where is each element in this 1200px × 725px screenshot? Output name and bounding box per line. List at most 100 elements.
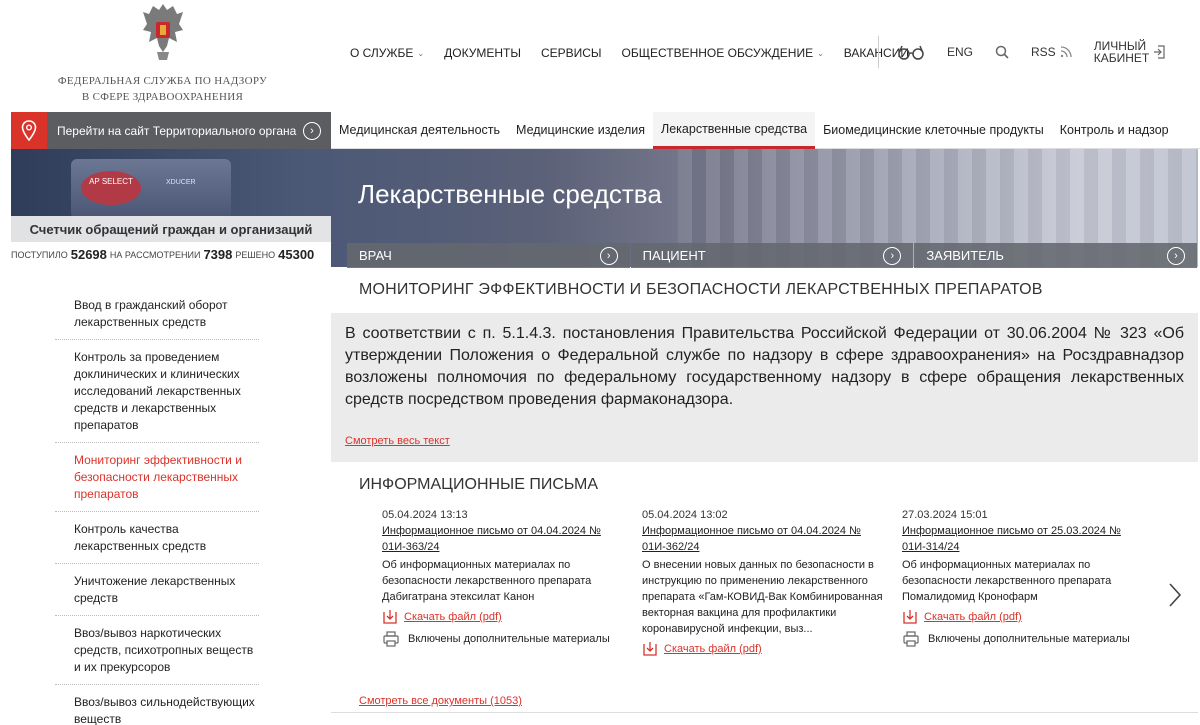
intro-text: В соответствии с п. 5.1.4.3. постановлен… (345, 325, 1184, 408)
nav-services-label: Сервисы (540, 46, 602, 60)
sidebar-item-quality-control[interactable]: Контроль качества лекарственных средств (55, 512, 259, 564)
letter-description: О внесении новых данных по безопасности … (642, 559, 883, 635)
download-label: Скачать файл (pdf) (664, 643, 762, 655)
download-icon (383, 610, 397, 624)
chevron-right-circle-icon: › (303, 121, 321, 140)
device-label-1: AP SELECT (89, 177, 133, 186)
all-documents-link[interactable]: Смотреть все документы (1053) (359, 695, 522, 707)
rss-icon (1060, 46, 1072, 58)
territorial-body-link[interactable]: Перейти на сайт Территориального органа … (11, 112, 331, 149)
download-label: Скачать файл (pdf) (924, 611, 1022, 623)
received-label: поступило (11, 249, 68, 260)
agency-name-line1: Федеральная служба по надзору (57, 75, 268, 87)
role-patient[interactable]: Пациент › (630, 243, 914, 268)
letter-title-link[interactable]: Информационное письмо от 04.04.2024 № 01… (642, 523, 902, 555)
download-pdf-link[interactable]: Скачать файл (pdf) (902, 609, 1162, 625)
nav-documents[interactable]: Документы (444, 46, 521, 60)
chevron-right-circle-icon: › (599, 246, 618, 265)
site-logo[interactable]: Федеральная служба по надзору в сфере зд… (40, 0, 285, 105)
divider (331, 712, 1198, 713)
banner-device-image: AP SELECT XDUCER (71, 159, 231, 219)
section-heading: Мониторинг эффективности и безопасности … (359, 281, 1043, 298)
location-pin-icon (11, 112, 47, 149)
received-count: 52698 (70, 247, 107, 262)
download-icon (643, 642, 657, 656)
download-pdf-link[interactable]: Скачать файл (pdf) (382, 609, 642, 625)
category-tabs: Медицинская деятельность Медицинские изд… (331, 111, 1200, 149)
info-letters-heading: Информационные письма (359, 476, 599, 493)
letter-title-link[interactable]: Информационное письмо от 25.03.2024 № 01… (902, 523, 1162, 555)
role-applicant[interactable]: Заявитель › (914, 243, 1198, 268)
chevron-down-icon: ⌄ (417, 48, 425, 58)
territorial-body-label: Перейти на сайт Территориального органа (57, 123, 297, 138)
letter-date: 05.04.2024 13:02 (642, 509, 728, 521)
language-label: ENG (947, 45, 974, 59)
extra-materials-label: Включены дополнительные материалы (408, 633, 610, 645)
nav-documents-label: Документы (444, 46, 521, 60)
tab-medical-activity[interactable]: Медицинская деятельность (331, 112, 508, 149)
download-pdf-link[interactable]: Скачать файл (pdf) (642, 641, 902, 657)
letter-description: Об информационных материалах по безопасн… (902, 559, 1112, 603)
sidebar-item-market-entry[interactable]: Ввод в гражданский оборот лекарственных … (55, 288, 259, 340)
language-switch[interactable]: ENG (947, 45, 973, 59)
download-label: Скачать файл (pdf) (404, 611, 502, 623)
sidebar-item-clinical-trials[interactable]: Контроль за проведением доклинических и … (55, 340, 259, 443)
chevron-right-circle-icon: › (883, 246, 902, 265)
glasses-icon (898, 45, 924, 60)
review-count: 7398 (203, 247, 233, 262)
agency-name-line2: в сфере здравоохранения (81, 91, 244, 103)
printer-icon (903, 631, 919, 647)
rss-link[interactable]: RSS (1031, 45, 1072, 59)
intro-box: В соответствии с п. 5.1.4.3. постановлен… (331, 313, 1198, 462)
nav-public-discussion[interactable]: Общественное обсуждение ⌄ (622, 46, 824, 60)
letter-date: 27.03.2024 15:01 (902, 509, 988, 521)
sidebar-item-monitoring[interactable]: Мониторинг эффективности и безопасности … (55, 443, 259, 512)
double-headed-eagle-emblem-icon (142, 4, 183, 60)
role-patient-label: Пациент (642, 248, 706, 263)
page-title: Лекарственные средства (358, 179, 662, 209)
personal-cabinet-link[interactable]: Личный кабинет (1094, 40, 1166, 64)
tab-biomedical-products[interactable]: Биомедицинские клеточные продукты (815, 112, 1052, 149)
search-icon (995, 45, 1009, 59)
letter-card: 05.04.2024 13:02 Информационное письмо о… (642, 507, 902, 657)
sidebar-item-destruction[interactable]: Уничтожение лекарственных средств (55, 564, 259, 616)
carousel-next-chevron-icon[interactable] (1167, 581, 1187, 609)
rss-label: RSS (1031, 45, 1056, 59)
show-full-text-link[interactable]: Смотреть весь текст (345, 435, 450, 447)
tab-medical-devices[interactable]: Медицинские изделия (508, 112, 653, 149)
device-label-2: XDUCER (166, 179, 196, 186)
nav-about-label: О службе (350, 46, 414, 60)
info-letters-carousel: 05.04.2024 13:13 Информационное письмо о… (382, 507, 1162, 657)
utility-bar: ENG RSS Личный кабинет (878, 36, 1187, 68)
letter-card: 05.04.2024 13:13 Информационное письмо о… (382, 507, 642, 657)
letter-title-link[interactable]: Информационное письмо от 04.04.2024 № 01… (382, 523, 642, 555)
nav-public-discussion-label: Общественное обсуждение (621, 46, 814, 60)
tab-medicines[interactable]: Лекарственные средства (653, 111, 816, 149)
chevron-right-circle-icon: › (1167, 246, 1186, 265)
download-icon (903, 610, 917, 624)
agency-name: Федеральная служба по надзору в сфере зд… (40, 73, 285, 105)
main-navigation: О службе ⌄ Документы Сервисы Общественное… (350, 38, 929, 68)
section-sidebar: Ввод в гражданский оборот лекарственных … (55, 288, 259, 725)
sidebar-item-potent-substances[interactable]: Ввоз/вывоз сильнодействующих веществ (55, 685, 259, 725)
sidebar-item-narcotics-import[interactable]: Ввоз/вывоз наркотических средств, психот… (55, 616, 259, 685)
cabinet-line2: кабинет (1093, 51, 1150, 65)
role-doctor[interactable]: Врач › (347, 243, 630, 268)
letter-card: 27.03.2024 15:01 Информационное письмо о… (902, 507, 1162, 657)
audience-roles: Врач › Пациент › Заявитель › (347, 243, 1198, 268)
tab-control-supervision[interactable]: Контроль и надзор (1052, 112, 1177, 149)
search-button[interactable] (995, 45, 1009, 59)
review-label: на рассмотрении (109, 249, 201, 260)
letter-date: 05.04.2024 13:13 (382, 509, 468, 521)
personal-cabinet-label: Личный кабинет (1094, 40, 1150, 64)
printer-icon (383, 631, 399, 647)
extra-materials: Включены дополнительные материалы (382, 631, 642, 647)
appeals-counter-title: Счетчик обращений граждан и организаций (11, 216, 331, 242)
accessibility-glasses-button[interactable] (897, 44, 925, 60)
letter-description: Об информационных материалах по безопасн… (382, 559, 592, 603)
role-applicant-label: Заявитель (926, 248, 1004, 263)
device-button: AP SELECT (81, 171, 141, 205)
nav-services[interactable]: Сервисы (541, 46, 602, 60)
nav-about[interactable]: О службе ⌄ (350, 46, 424, 60)
login-icon (1154, 45, 1165, 59)
